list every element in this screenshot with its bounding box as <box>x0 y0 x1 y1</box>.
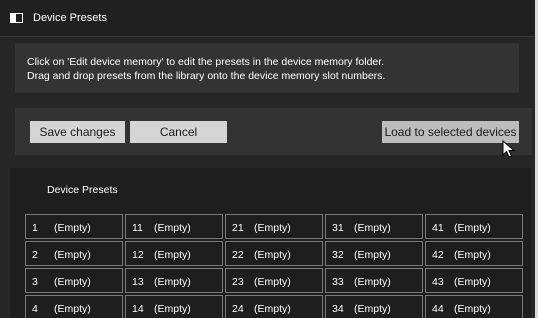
slot-number: 34 <box>332 303 344 315</box>
preset-slot[interactable]: 41 (Empty) <box>425 214 523 239</box>
preset-slot[interactable]: 13 (Empty) <box>125 268 223 293</box>
save-changes-button[interactable]: Save changes <box>30 121 125 143</box>
preset-slot[interactable]: 22 (Empty) <box>225 241 323 266</box>
window-title: Device Presets <box>33 12 107 24</box>
slot-number: 21 <box>232 222 244 234</box>
slot-value: (Empty) <box>254 249 291 261</box>
preset-slot[interactable]: 42 (Empty) <box>425 241 523 266</box>
preset-slot-grid: 1 (Empty) 11 (Empty) 21 (Empty) 31 (Empty) 4… <box>25 214 523 318</box>
slot-number: 3 <box>32 276 38 288</box>
slot-value: (Empty) <box>354 303 391 315</box>
slot-number: 11 <box>132 222 143 234</box>
slot-number: 12 <box>132 249 144 261</box>
slot-number: 42 <box>432 249 444 261</box>
slot-value: (Empty) <box>254 303 291 315</box>
actions-panel: Save changes Cancel Load to selected dev… <box>15 108 532 155</box>
preset-slot[interactable]: 11 (Empty) <box>125 214 223 239</box>
cancel-button[interactable]: Cancel <box>130 121 227 143</box>
slot-number: 43 <box>432 276 444 288</box>
window-panel-icon <box>10 13 23 23</box>
preset-slot[interactable]: 3 (Empty) <box>25 268 123 293</box>
slot-number: 44 <box>432 303 444 315</box>
slot-value: (Empty) <box>254 276 291 288</box>
info-text-line-1: Click on 'Edit device memory' to edit th… <box>27 56 385 68</box>
preset-slot[interactable]: 23 (Empty) <box>225 268 323 293</box>
slot-value: (Empty) <box>54 249 91 261</box>
slot-value: (Empty) <box>154 276 191 288</box>
slot-number: 22 <box>232 249 244 261</box>
slot-value: (Empty) <box>354 276 391 288</box>
slot-value: (Empty) <box>454 303 491 315</box>
preset-slot[interactable]: 43 (Empty) <box>425 268 523 293</box>
slot-value: (Empty) <box>454 249 491 261</box>
title-bar: Device Presets <box>0 0 535 37</box>
device-presets-window: Device Presets Click on 'Edit device mem… <box>0 0 538 318</box>
slot-number: 41 <box>432 222 444 234</box>
preset-slot[interactable]: 33 (Empty) <box>325 268 423 293</box>
slot-value: (Empty) <box>154 222 191 234</box>
mouse-pointer-icon <box>502 140 516 158</box>
preset-slot[interactable]: 32 (Empty) <box>325 241 423 266</box>
info-panel: Click on 'Edit device memory' to edit th… <box>15 43 519 93</box>
slot-value: (Empty) <box>354 222 391 234</box>
slot-number: 4 <box>32 303 38 315</box>
slot-value: (Empty) <box>454 222 491 234</box>
preset-slot[interactable]: 1 (Empty) <box>25 214 123 239</box>
load-to-selected-devices-button[interactable]: Load to selected devices <box>382 121 519 143</box>
preset-slot[interactable]: 31 (Empty) <box>325 214 423 239</box>
slot-value: (Empty) <box>54 303 91 315</box>
device-presets-panel: Device Presets 1 (Empty) 11 (Empty) 21 (Emp… <box>10 168 531 318</box>
slot-value: (Empty) <box>254 222 291 234</box>
slot-number: 24 <box>232 303 244 315</box>
preset-slot[interactable]: 34 (Empty) <box>325 295 423 318</box>
preset-slot[interactable]: 21 (Empty) <box>225 214 323 239</box>
preset-slot[interactable]: 2 (Empty) <box>25 241 123 266</box>
slot-number: 23 <box>232 276 244 288</box>
slot-number: 32 <box>332 249 344 261</box>
slot-number: 33 <box>332 276 344 288</box>
slot-value: (Empty) <box>54 222 91 234</box>
device-presets-heading: Device Presets <box>47 184 118 196</box>
info-text-line-2: Drag and drop presets from the library o… <box>27 70 386 82</box>
preset-slot[interactable]: 24 (Empty) <box>225 295 323 318</box>
slot-value: (Empty) <box>154 303 191 315</box>
preset-slot[interactable]: 44 (Empty) <box>425 295 523 318</box>
slot-number: 31 <box>332 222 344 234</box>
slot-value: (Empty) <box>154 249 191 261</box>
slot-number: 13 <box>132 276 144 288</box>
slot-value: (Empty) <box>354 249 391 261</box>
slot-value: (Empty) <box>454 276 491 288</box>
slot-number: 2 <box>32 249 38 261</box>
slot-value: (Empty) <box>54 276 91 288</box>
preset-slot[interactable]: 12 (Empty) <box>125 241 223 266</box>
slot-number: 14 <box>132 303 144 315</box>
preset-slot[interactable]: 4 (Empty) <box>25 295 123 318</box>
slot-number: 1 <box>32 222 38 234</box>
preset-slot[interactable]: 14 (Empty) <box>125 295 223 318</box>
